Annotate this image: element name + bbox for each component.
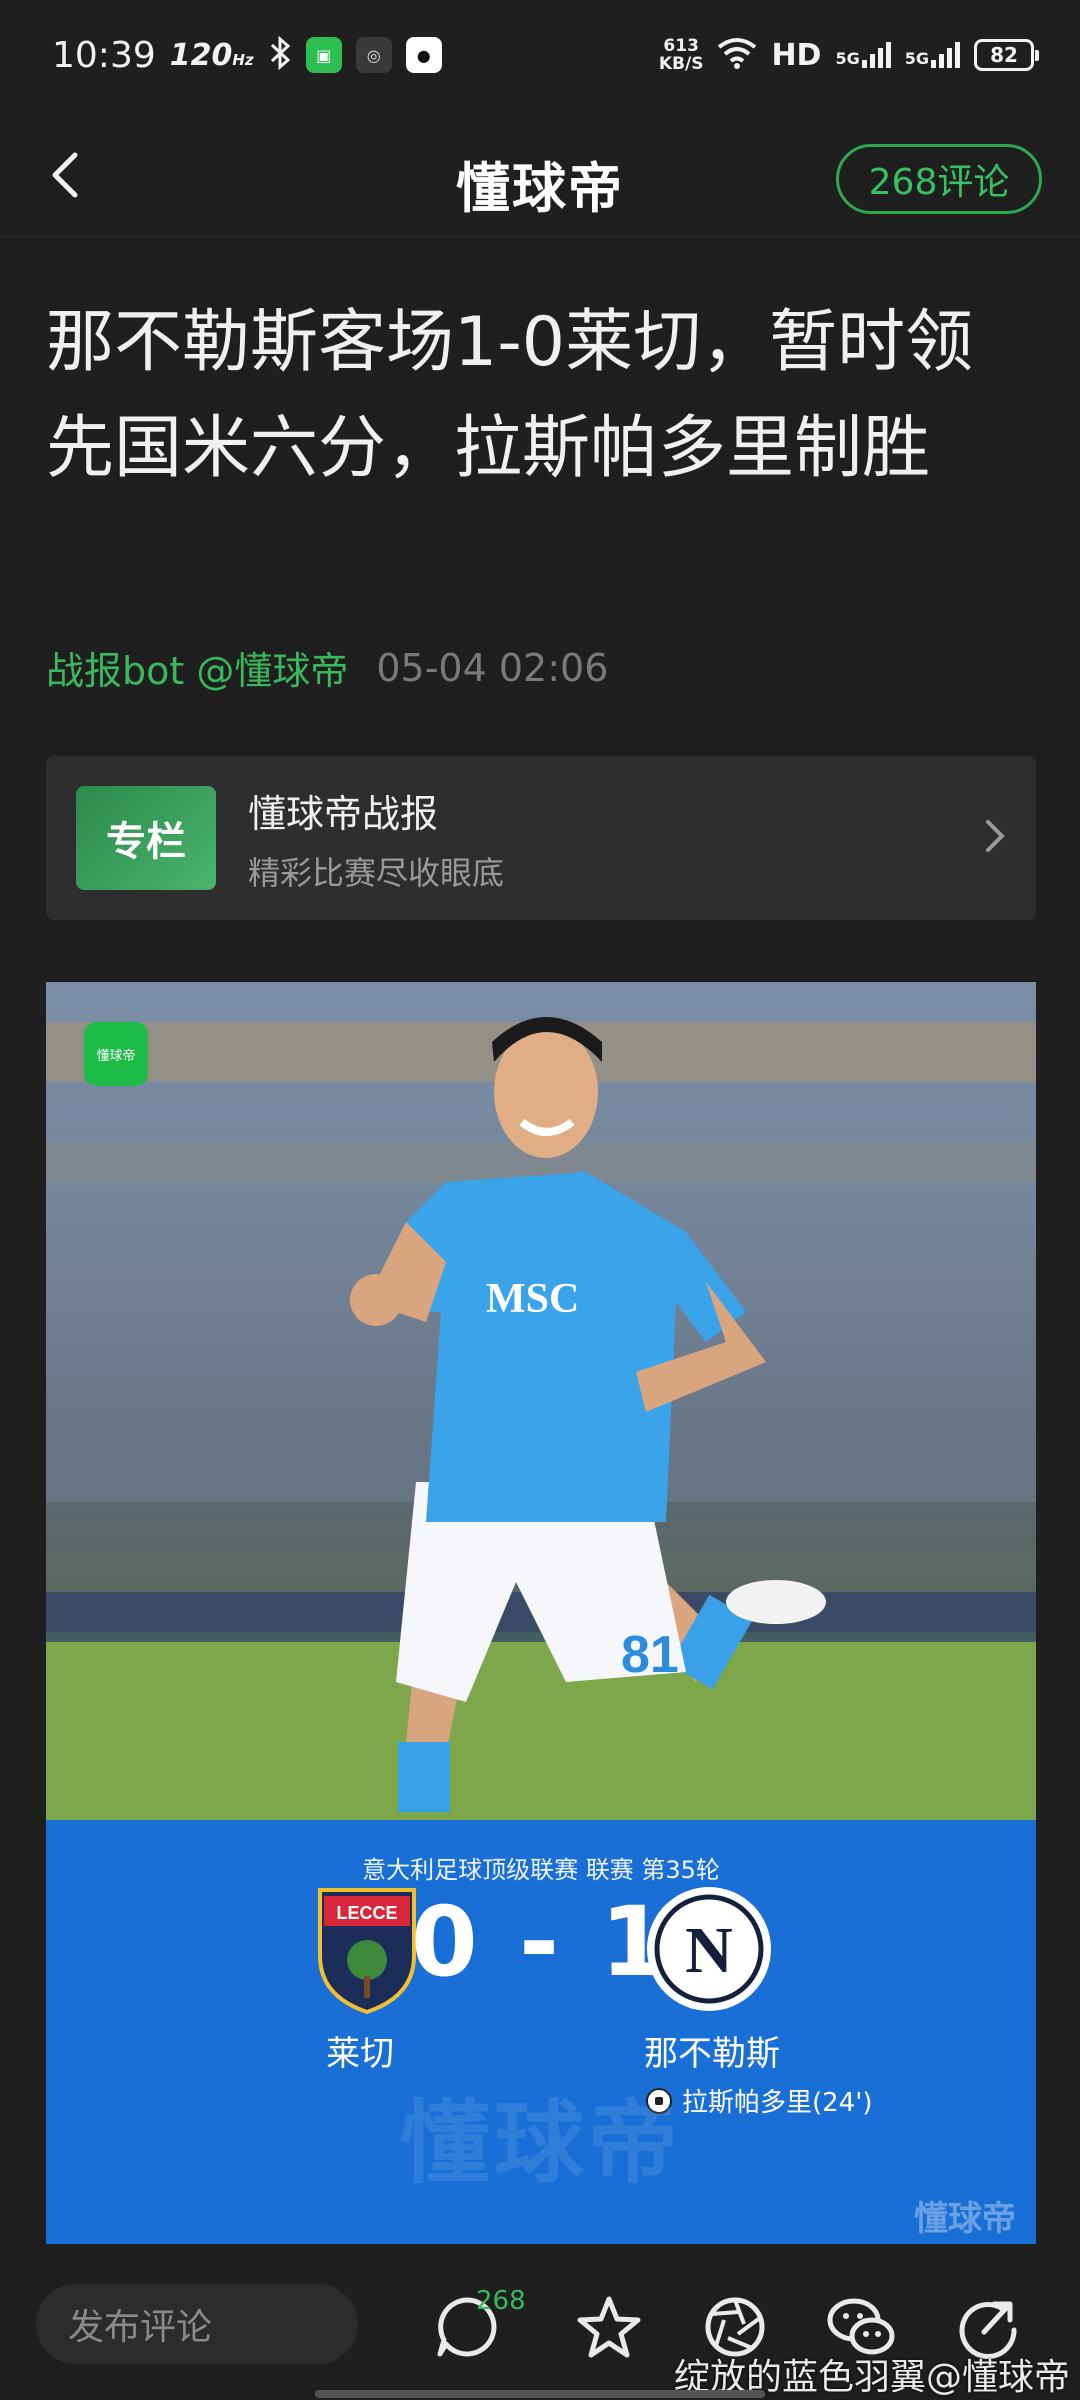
comment-count-badge: 268 [476,2286,526,2316]
bluetooth-icon [268,35,292,74]
refresh-rate: 120Hz [169,37,254,73]
back-button[interactable] [44,150,84,200]
signal-indicator-1: 5G [835,42,891,68]
away-team-name: 那不勒斯 [644,2034,780,2074]
player-photo: 81 MSC 懂球帝 [46,982,1036,1820]
match-score: 0 - 1 [410,1886,672,1998]
napoli-crest-label: N [685,1914,733,1987]
column-card[interactable]: 专栏 懂球帝战报 精彩比赛尽收眼底 [46,756,1036,920]
match-scoreboard: 意大利足球顶级联赛 联赛 第35轮 LECCE 0 - 1 N 莱切 那不勒斯 … [46,1820,1036,2244]
favorite-button[interactable] [574,2292,644,2362]
shirt-number: 81 [621,1626,679,1684]
author-link[interactable]: 战报bot @懂球帝 [46,640,348,695]
home-team-name: 莱切 [326,2034,394,2074]
network-speed: 613 KB/S [658,36,704,74]
chevron-right-icon [984,818,1006,858]
signal-indicator-2: 5G [905,42,960,68]
article-image[interactable]: 81 MSC 懂球帝 意大利足球顶级联赛 联赛 第35轮 LECCE 0 - 1 [46,982,1036,2244]
image-watermark: 懂球帝 [400,2091,682,2196]
battery-indicator: 82 [974,39,1039,71]
top-navigation-bar: 懂球帝 268评论 [0,110,1080,238]
column-title: 懂球帝战报 [248,791,439,836]
app-watermark-badge: 懂球帝 [84,1022,148,1086]
article-byline: 战报bot @懂球帝 05-04 02:06 [46,640,608,695]
image-watermark-corner: 懂球帝 [914,2199,1016,2239]
comment-input[interactable]: 发布评论 [36,2284,358,2364]
wechat-notification-icon: ◎ [355,37,392,73]
chevron-left-icon [52,152,78,198]
column-icon: 专栏 [76,786,216,890]
napoli-crest: N [647,1887,771,2011]
shirt-sponsor: MSC [486,1276,579,1322]
article-title: 那不勒斯客场1-0莱切，暂时领先国米六分，拉斯帕多里制胜 [46,303,974,488]
player-photo-illustration: 81 MSC [46,982,1036,1820]
status-time: 10:39 [52,34,156,76]
green-app-notification-icon: ▣ [305,37,342,73]
star-icon [577,2296,641,2358]
status-bar: 10:39 120Hz ▣ ◎ ● 613 KB/S HD 5G 5G 82 [0,0,1080,110]
comments-button[interactable]: 268评论 [836,144,1042,214]
home-indicator[interactable] [315,2390,765,2398]
publish-date: 05-04 02:06 [376,645,609,690]
hd-indicator: HD [771,37,822,73]
qq-notification-icon: ● [405,37,442,73]
competition-label: 意大利足球顶级联赛 联赛 第35轮 [362,1856,720,1884]
column-subtitle: 精彩比赛尽收眼底 [248,853,505,892]
wifi-icon [717,37,757,73]
